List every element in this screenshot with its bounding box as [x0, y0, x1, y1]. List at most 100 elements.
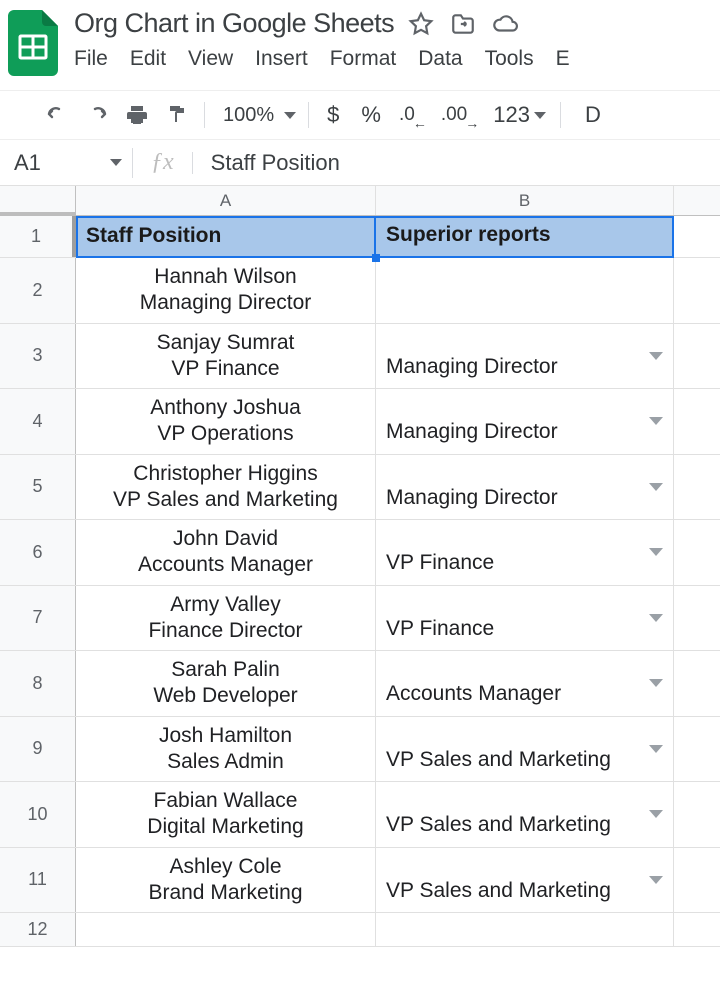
undo-button[interactable]: [38, 96, 76, 134]
print-button[interactable]: [118, 96, 156, 134]
data-validation-dropdown-icon[interactable]: [649, 745, 663, 753]
cell-C1[interactable]: [674, 216, 720, 257]
cell-C6[interactable]: [674, 520, 720, 585]
menu-data[interactable]: Data: [418, 47, 462, 71]
format-percent-button[interactable]: %: [351, 102, 391, 128]
row-header-9[interactable]: 9: [0, 717, 76, 782]
redo-button[interactable]: [78, 96, 116, 134]
decrease-decimal-button[interactable]: .0←: [393, 104, 433, 126]
zoom-dropdown[interactable]: 100%: [213, 104, 300, 127]
name-box[interactable]: A1: [0, 150, 132, 176]
row-header-6[interactable]: 6: [0, 520, 76, 585]
menu-tools[interactable]: Tools: [485, 47, 534, 71]
cell-A9[interactable]: Josh HamiltonSales Admin: [76, 717, 376, 782]
toolbar: 100% $ % .0← .00→ 123 D: [0, 90, 720, 140]
cell-A2[interactable]: Hannah WilsonManaging Director: [76, 258, 376, 323]
cell-B9[interactable]: VP Sales and Marketing: [376, 717, 674, 782]
cell-A10[interactable]: Fabian WallaceDigital Marketing: [76, 782, 376, 847]
data-validation-dropdown-icon[interactable]: [649, 679, 663, 687]
cell-B5[interactable]: Managing Director: [376, 455, 674, 520]
cell-C4[interactable]: [674, 389, 720, 454]
cell-C7[interactable]: [674, 586, 720, 651]
col-header-A[interactable]: A: [76, 186, 376, 215]
data-validation-dropdown-icon[interactable]: [649, 876, 663, 884]
table-row: 5Christopher HigginsVP Sales and Marketi…: [0, 455, 720, 521]
select-all-corner[interactable]: [0, 186, 76, 216]
data-validation-dropdown-icon[interactable]: [649, 483, 663, 491]
data-validation-dropdown-icon[interactable]: [649, 417, 663, 425]
more-formats-dropdown[interactable]: 123: [487, 102, 552, 128]
menu-file[interactable]: File: [74, 47, 108, 71]
cell-C11[interactable]: [674, 848, 720, 913]
fx-icon: ƒx: [133, 149, 192, 176]
row-header-5[interactable]: 5: [0, 455, 76, 520]
cell-A7[interactable]: Army ValleyFinance Director: [76, 586, 376, 651]
data-validation-dropdown-icon[interactable]: [649, 548, 663, 556]
cell-B4[interactable]: Managing Director: [376, 389, 674, 454]
data-validation-dropdown-icon[interactable]: [649, 810, 663, 818]
col-header-C[interactable]: [674, 186, 720, 215]
cell-B12[interactable]: [376, 913, 674, 946]
cell-B11[interactable]: VP Sales and Marketing: [376, 848, 674, 913]
cell-A11[interactable]: Ashley ColeBrand Marketing: [76, 848, 376, 913]
name-box-value: A1: [14, 150, 41, 176]
row-header-11[interactable]: 11: [0, 848, 76, 913]
menu-view[interactable]: View: [188, 47, 233, 71]
paint-format-button[interactable]: [158, 96, 196, 134]
cell-C3[interactable]: [674, 324, 720, 389]
row-header-8[interactable]: 8: [0, 651, 76, 716]
row-header-10[interactable]: 10: [0, 782, 76, 847]
cell-B3[interactable]: Managing Director: [376, 324, 674, 389]
format-currency-button[interactable]: $: [317, 102, 349, 128]
move-to-folder-icon[interactable]: [450, 11, 476, 37]
menu-format[interactable]: Format: [330, 47, 397, 71]
cell-C10[interactable]: [674, 782, 720, 847]
row-header-1[interactable]: 1: [0, 216, 76, 257]
menu-extensions[interactable]: E: [556, 47, 570, 71]
data-validation-dropdown-icon[interactable]: [649, 614, 663, 622]
menu-edit[interactable]: Edit: [130, 47, 166, 71]
cell-B1[interactable]: Superior reports: [376, 216, 674, 257]
cell-A5[interactable]: Christopher HigginsVP Sales and Marketin…: [76, 455, 376, 520]
cloud-status-icon[interactable]: [492, 11, 518, 37]
menu-bar: File Edit View Insert Format Data Tools …: [74, 47, 712, 71]
cell-B2[interactable]: [376, 258, 674, 323]
spreadsheet-grid[interactable]: A B 1 Staff Position Superior reports 2H…: [0, 186, 720, 947]
cell-A4[interactable]: Anthony JoshuaVP Operations: [76, 389, 376, 454]
star-icon[interactable]: [408, 11, 434, 37]
chevron-down-icon: [110, 159, 122, 166]
cell-C2[interactable]: [674, 258, 720, 323]
row-header-4[interactable]: 4: [0, 389, 76, 454]
row-header-3[interactable]: 3: [0, 324, 76, 389]
row-header-12[interactable]: 12: [0, 913, 76, 946]
sheets-logo[interactable]: [8, 10, 58, 76]
cell-B10[interactable]: VP Sales and Marketing: [376, 782, 674, 847]
cell-B8[interactable]: Accounts Manager: [376, 651, 674, 716]
table-row: 9Josh HamiltonSales AdminVP Sales and Ma…: [0, 717, 720, 783]
cell-C5[interactable]: [674, 455, 720, 520]
cell-C12[interactable]: [674, 913, 720, 946]
menu-insert[interactable]: Insert: [255, 47, 308, 71]
cell-A8[interactable]: Sarah PalinWeb Developer: [76, 651, 376, 716]
data-validation-dropdown-icon[interactable]: [649, 352, 663, 360]
document-title[interactable]: Org Chart in Google Sheets: [74, 8, 394, 39]
table-row: 7Army ValleyFinance DirectorVP Finance: [0, 586, 720, 652]
cell-C9[interactable]: [674, 717, 720, 782]
cell-A3[interactable]: Sanjay SumratVP Finance: [76, 324, 376, 389]
table-row: 6John DavidAccounts ManagerVP Finance: [0, 520, 720, 586]
zoom-value: 100%: [223, 104, 274, 127]
cell-B7[interactable]: VP Finance: [376, 586, 674, 651]
row-header-2[interactable]: 2: [0, 258, 76, 323]
cell-B6[interactable]: VP Finance: [376, 520, 674, 585]
cell-C8[interactable]: [674, 651, 720, 716]
cell-A6[interactable]: John DavidAccounts Manager: [76, 520, 376, 585]
formula-bar[interactable]: Staff Position: [211, 150, 340, 176]
fill-handle[interactable]: [372, 254, 380, 262]
row-header-7[interactable]: 7: [0, 586, 76, 651]
font-dropdown[interactable]: D: [569, 102, 611, 128]
increase-decimal-button[interactable]: .00→: [435, 104, 485, 126]
col-header-B[interactable]: B: [376, 186, 674, 215]
chevron-down-icon: [284, 112, 296, 119]
cell-A12[interactable]: [76, 913, 376, 946]
cell-A1[interactable]: Staff Position: [76, 216, 376, 257]
